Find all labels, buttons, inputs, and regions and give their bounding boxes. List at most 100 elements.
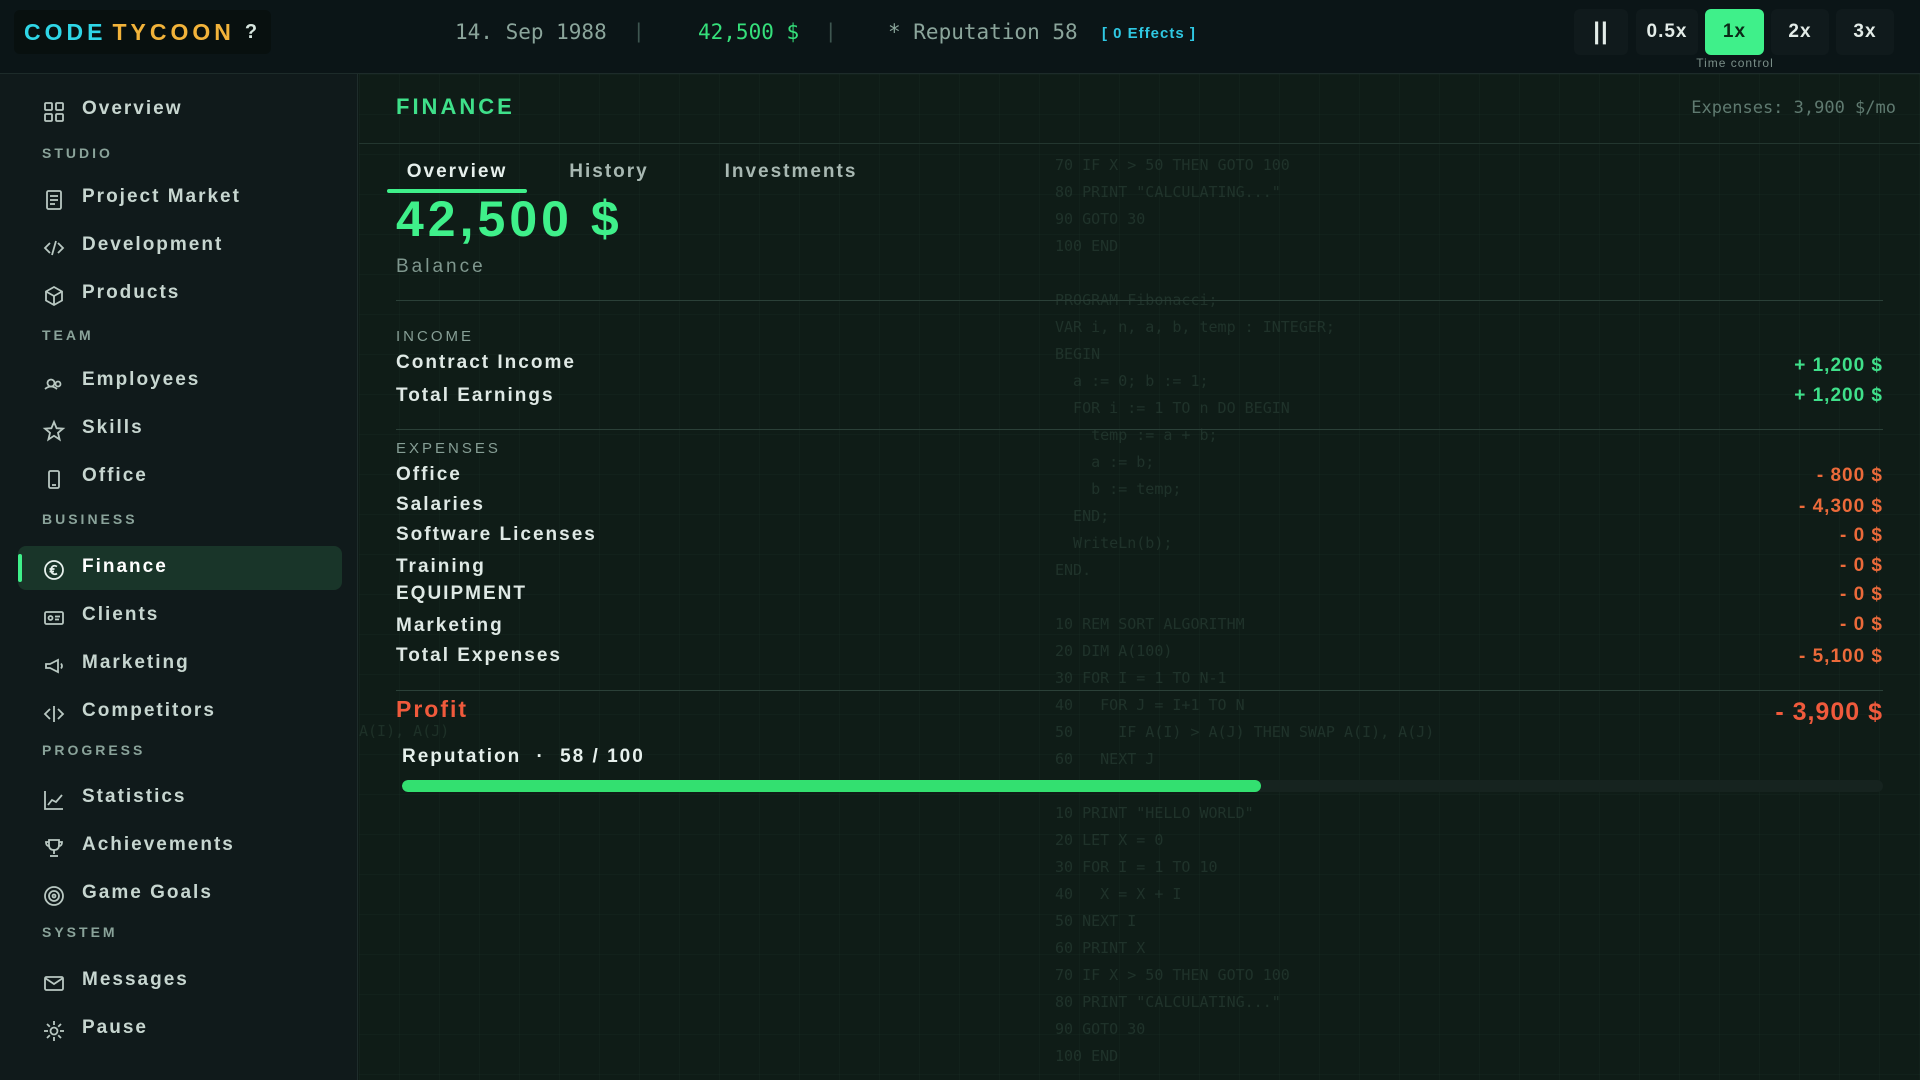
software-licenses-label: Software Licenses <box>396 524 597 545</box>
contract-income-value: + 1,200 $ <box>1794 355 1883 376</box>
speed-1x-button[interactable]: 1x <box>1705 9 1764 55</box>
reputation-progress-label: Reputation · 58 / 100 <box>402 746 645 768</box>
total-earnings-value: + 1,200 $ <box>1794 385 1883 406</box>
tab-overview[interactable]: Overview <box>387 152 527 192</box>
help-button[interactable]: ? <box>245 21 257 44</box>
sidebar-item-label: Office <box>82 465 148 486</box>
separator: | <box>636 20 642 43</box>
software-licenses-value: - 0 $ <box>1839 525 1883 546</box>
total-earnings-label: Total Earnings <box>396 385 555 406</box>
sidebar-item-skills[interactable]: Skills <box>18 407 342 451</box>
section-system: SYSTEM <box>42 924 118 940</box>
sidebar-item-label: Development <box>82 234 224 255</box>
logo-code: CODE <box>24 18 107 45</box>
section-progress: PROGRESS <box>42 742 146 758</box>
sidebar-item-label: Statistics <box>82 786 187 807</box>
sidebar-item-label: Competitors <box>82 700 216 721</box>
sidebar-item-pause[interactable]: Pause <box>18 1007 342 1051</box>
expenses-section-label: EXPENSES <box>396 440 501 457</box>
logo-tycoon: TYCOON <box>112 18 235 45</box>
id-card-icon <box>42 606 66 630</box>
separator: | <box>828 20 834 43</box>
money-display: 42,500 $ <box>698 20 800 44</box>
document-icon <box>42 188 66 212</box>
divider <box>396 690 1883 691</box>
euro-coin-icon <box>42 558 66 582</box>
background-code: 70 IF X > 50 THEN GOTO 100 80 PRINT "CAL… <box>1055 156 1435 1065</box>
speed-2x-button[interactable]: 2x <box>1771 9 1829 55</box>
background-code-fragment: A(I), A(J) <box>359 722 450 740</box>
sidebar-item-competitors[interactable]: Competitors <box>18 690 342 734</box>
profit-label: Profit <box>396 696 469 722</box>
game-logo: CODE TYCOON ? <box>14 10 272 54</box>
section-team: TEAM <box>42 327 94 343</box>
reputation-progress-bar <box>402 780 1883 792</box>
mail-icon <box>42 971 66 995</box>
sidebar-item-products[interactable]: Products <box>18 272 342 316</box>
reputation-progress-fill <box>402 780 1261 792</box>
line-chart-icon <box>42 788 66 812</box>
box-icon <box>42 284 66 308</box>
sidebar-item-game-goals[interactable]: Game Goals <box>18 872 342 916</box>
training-label: Training <box>396 556 486 577</box>
megaphone-icon <box>42 654 66 678</box>
gear-icon <box>42 1019 66 1043</box>
sidebar-item-label: Game Goals <box>82 882 213 903</box>
reputation-display: * Reputation 58 <box>888 20 1078 44</box>
sidebar-item-marketing[interactable]: Marketing <box>18 642 342 686</box>
total-expenses-label: Total Expenses <box>396 645 562 666</box>
speed-0-5x-button[interactable]: 0.5x <box>1636 9 1698 55</box>
reputation-value: 58 / 100 <box>560 746 645 767</box>
top-bar: CODE TYCOON ? 14. Sep 1988 | 42,500 $ | … <box>0 0 1920 74</box>
pause-button[interactable]: || <box>1574 9 1628 55</box>
effects-button[interactable]: [ 0 Effects ] <box>1102 25 1196 42</box>
profit-value: - 3,900 $ <box>1775 698 1883 726</box>
speed-3x-button[interactable]: 3x <box>1836 9 1894 55</box>
sidebar-item-clients[interactable]: Clients <box>18 594 342 638</box>
time-control-label: Time control <box>1696 56 1774 70</box>
code-icon <box>42 702 66 726</box>
section-studio: STUDIO <box>42 145 113 161</box>
balance-label: Balance <box>396 256 486 277</box>
sidebar-item-label: Skills <box>82 417 144 438</box>
grid-icon <box>42 100 66 124</box>
code-icon <box>42 236 66 260</box>
star-icon <box>42 419 66 443</box>
sidebar-item-achievements[interactable]: Achievements <box>18 824 342 868</box>
users-icon <box>42 371 66 395</box>
salaries-value: - 4,300 $ <box>1799 496 1883 517</box>
sidebar: Overview STUDIO Project Market Developme… <box>0 74 358 1080</box>
sidebar-item-label: Marketing <box>82 652 190 673</box>
equipment-label: EQUIPMENT <box>396 583 527 604</box>
phone-icon <box>42 467 66 491</box>
income-section-label: INCOME <box>396 328 474 345</box>
total-expenses-value: - 5,100 $ <box>1799 646 1883 667</box>
sidebar-item-label: Finance <box>82 556 168 577</box>
sidebar-item-statistics[interactable]: Statistics <box>18 776 342 820</box>
tab-history[interactable]: History <box>544 152 674 192</box>
sidebar-item-employees[interactable]: Employees <box>18 359 342 403</box>
sidebar-item-finance[interactable]: Finance <box>18 546 342 590</box>
sidebar-item-label: Products <box>82 282 181 303</box>
marketing-expense-value: - 0 $ <box>1839 614 1883 635</box>
reputation-label: Reputation <box>402 746 522 767</box>
sidebar-item-development[interactable]: Development <box>18 224 342 268</box>
sidebar-item-label: Employees <box>82 369 201 390</box>
target-icon <box>42 884 66 908</box>
sidebar-item-label: Pause <box>82 1017 148 1038</box>
salaries-label: Salaries <box>396 494 485 515</box>
sidebar-item-overview[interactable]: Overview <box>18 88 342 132</box>
tab-investments[interactable]: Investments <box>695 152 887 192</box>
office-expense-value: - 800 $ <box>1816 465 1883 486</box>
sidebar-item-label: Project Market <box>82 186 241 207</box>
sidebar-item-label: Achievements <box>82 834 235 855</box>
sidebar-item-label: Overview <box>82 98 183 119</box>
sidebar-item-office[interactable]: Office <box>18 455 342 499</box>
divider <box>396 300 1883 301</box>
sidebar-item-label: Clients <box>82 604 160 625</box>
divider <box>396 429 1883 430</box>
sidebar-item-project-market[interactable]: Project Market <box>18 176 342 220</box>
reputation-dot: · <box>536 746 545 767</box>
contract-income-label: Contract Income <box>396 352 576 373</box>
sidebar-item-messages[interactable]: Messages <box>18 959 342 1003</box>
